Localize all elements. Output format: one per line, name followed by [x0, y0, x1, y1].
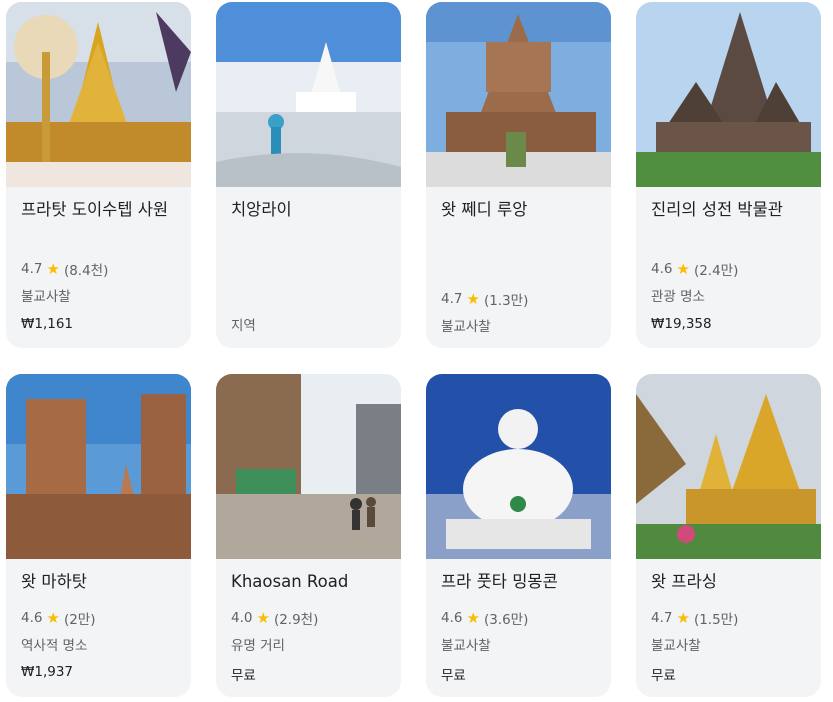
- place-price: 무료: [441, 668, 466, 684]
- rating-value: 4.7: [651, 610, 673, 626]
- rating-value: 4.6: [651, 261, 673, 277]
- rating-value: 4.0: [231, 610, 253, 626]
- place-title: 진리의 성전 박물관: [651, 200, 783, 219]
- review-count: (2만): [63, 612, 96, 628]
- place-category: 지역: [231, 318, 256, 334]
- rating-row: 4.6 ★ (3.6만): [441, 608, 528, 628]
- place-category: 유명 거리: [231, 638, 285, 654]
- rating-row: 4.6 ★ (2.4만): [651, 259, 738, 279]
- star-icon: ★: [466, 609, 480, 627]
- rating-row: 4.6 ★ (2만): [21, 608, 95, 628]
- rating-value: 4.7: [441, 291, 463, 307]
- place-photo: [6, 2, 191, 187]
- place-photo: [426, 2, 611, 187]
- place-category: 불교사찰: [441, 319, 491, 335]
- place-title: Khaosan Road: [231, 572, 349, 591]
- rating-row: 4.7 ★ (8.4천): [21, 259, 108, 279]
- rating-row: 4.0 ★ (2.9천): [231, 608, 318, 628]
- place-category: 불교사찰: [441, 638, 491, 654]
- star-icon: ★: [46, 609, 60, 627]
- place-card-sanctuary-of-truth[interactable]: 진리의 성전 박물관 4.6 ★ (2.4만) 관광 명소 ₩19,358: [636, 2, 821, 348]
- place-photo: [216, 2, 401, 187]
- rating-value: 4.7: [21, 261, 43, 277]
- rating-row: 4.7 ★ (1.5만): [651, 608, 738, 628]
- place-photo: [636, 2, 821, 187]
- place-price: 무료: [651, 668, 676, 684]
- place-title: 왓 쩨디 루앙: [441, 200, 528, 219]
- place-title: 프라탓 도이수텝 사원: [21, 200, 169, 219]
- place-card-wat-phra-singh[interactable]: 왓 프라싱 4.7 ★ (1.5만) 불교사찰 무료: [636, 374, 821, 697]
- review-count: (2.4만): [693, 263, 739, 279]
- rating-value: 4.6: [441, 610, 463, 626]
- place-category: 불교사찰: [651, 638, 701, 654]
- place-category: 관광 명소: [651, 289, 705, 305]
- place-card-doi-suthep[interactable]: 프라탓 도이수텝 사원 4.7 ★ (8.4천) 불교사찰 ₩1,161: [6, 2, 191, 348]
- place-price: 무료: [231, 668, 256, 684]
- place-card-khaosan-road[interactable]: Khaosan Road 4.0 ★ (2.9천) 유명 거리 무료: [216, 374, 401, 697]
- star-icon: ★: [676, 260, 690, 278]
- place-photo: [426, 374, 611, 559]
- place-card-big-buddha[interactable]: 프라 풋타 밍몽콘 4.6 ★ (3.6만) 불교사찰 무료: [426, 374, 611, 697]
- place-price: ₩1,161: [21, 316, 73, 332]
- place-title: 프라 풋타 밍몽콘: [441, 572, 558, 591]
- review-count: (1.3만): [483, 293, 529, 309]
- star-icon: ★: [256, 609, 270, 627]
- place-photo: [216, 374, 401, 559]
- review-count: (3.6만): [483, 612, 529, 628]
- place-photo: [6, 374, 191, 559]
- rating-row: 4.7 ★ (1.3만): [441, 289, 528, 309]
- place-title: 왓 프라싱: [651, 572, 717, 591]
- place-category: 역사적 명소: [21, 638, 88, 654]
- place-card-wat-chedi-luang[interactable]: 왓 쩨디 루앙 4.7 ★ (1.3만) 불교사찰: [426, 2, 611, 348]
- review-count: (8.4천): [63, 263, 109, 279]
- star-icon: ★: [466, 290, 480, 308]
- place-title: 왓 마하탓: [21, 572, 87, 591]
- star-icon: ★: [676, 609, 690, 627]
- place-price: ₩1,937: [21, 664, 73, 680]
- review-count: (2.9천): [273, 612, 319, 628]
- place-card-wat-mahathat[interactable]: 왓 마하탓 4.6 ★ (2만) 역사적 명소 ₩1,937: [6, 374, 191, 697]
- place-title: 치앙라이: [231, 200, 292, 219]
- place-price: ₩19,358: [651, 316, 712, 332]
- review-count: (1.5만): [693, 612, 739, 628]
- star-icon: ★: [46, 260, 60, 278]
- place-category: 불교사찰: [21, 289, 71, 305]
- place-photo: [636, 374, 821, 559]
- rating-value: 4.6: [21, 610, 43, 626]
- place-card-chiang-rai[interactable]: 치앙라이 지역: [216, 2, 401, 348]
